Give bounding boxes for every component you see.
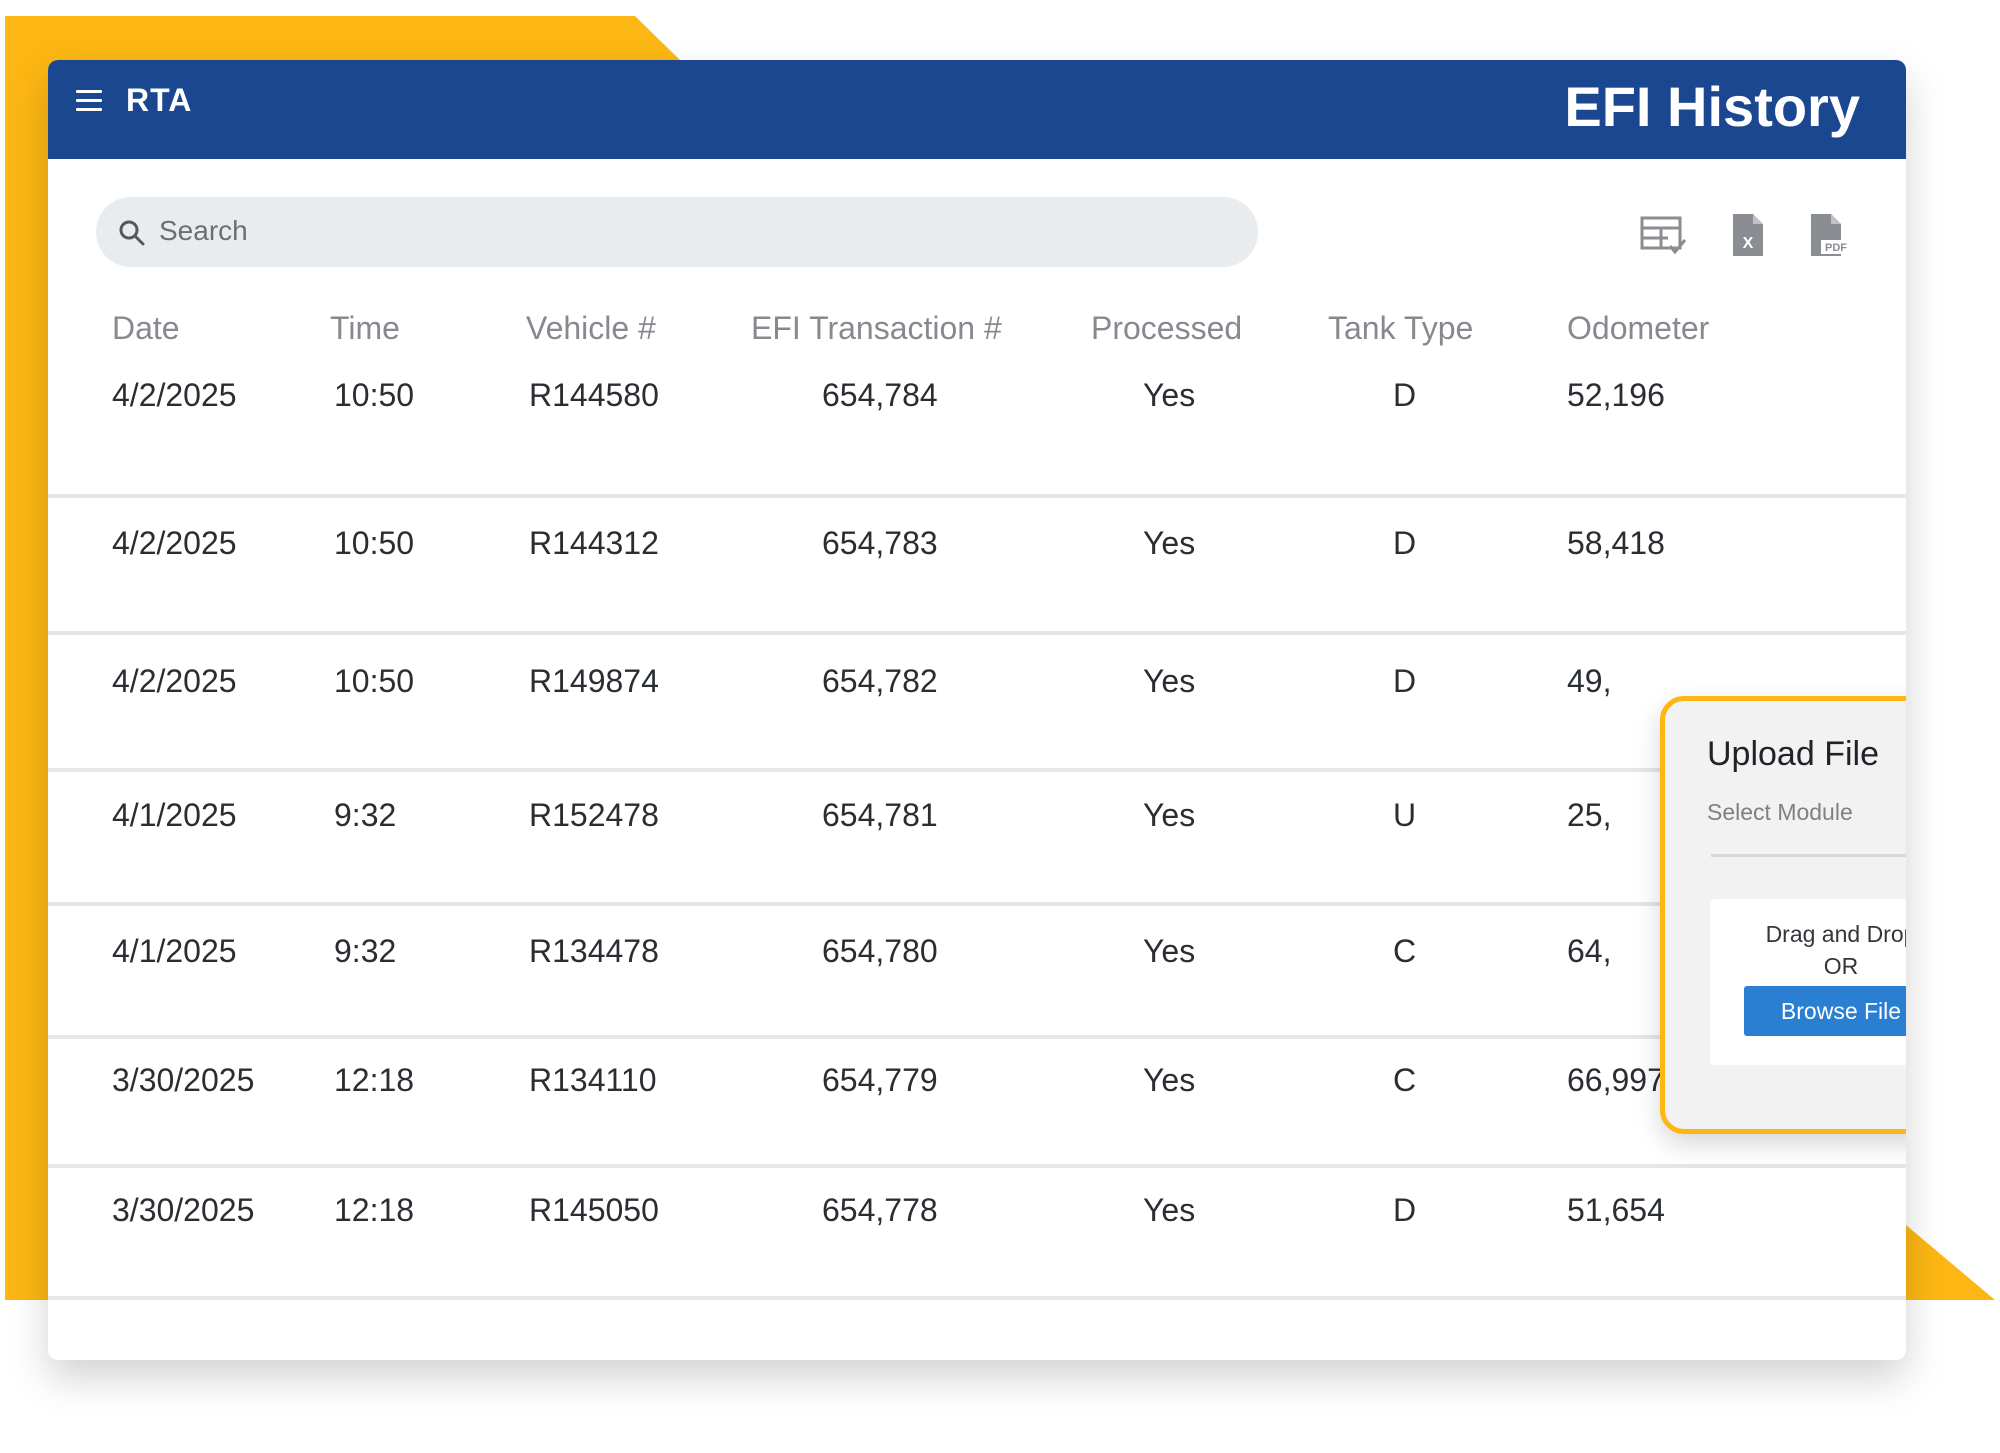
- select-module-dropdown[interactable]: Select Module: [1707, 799, 1853, 826]
- cell-efi-transaction: 654,779: [822, 1062, 938, 1098]
- cell-vehicle: R152478: [529, 797, 659, 833]
- app-window: RTA EFI History Search X PDF Date Time V…: [48, 60, 1906, 1360]
- cell-odometer: 51,654: [1567, 1192, 1665, 1228]
- cell-time: 10:50: [334, 663, 415, 699]
- file-dropzone[interactable]: Drag and Drop OR Browse File: [1710, 899, 1906, 1065]
- cell-time: 12:18: [334, 1062, 415, 1098]
- cell-odometer: 25,: [1567, 797, 1612, 833]
- hamburger-menu-icon[interactable]: [76, 90, 102, 112]
- cell-tank-type: D: [1393, 1192, 1417, 1228]
- cell-time: 10:50: [334, 377, 415, 413]
- cell-processed: Yes: [1143, 377, 1196, 413]
- cell-vehicle: R144312: [529, 525, 659, 561]
- excel-file-icon[interactable]: X: [1723, 210, 1773, 260]
- cell-processed: Yes: [1143, 663, 1196, 699]
- upload-file-panel: Upload File Select Module Drag and Drop …: [1660, 696, 1906, 1134]
- cell-efi-transaction: 654,784: [822, 377, 938, 413]
- cell-tank-type: D: [1393, 377, 1417, 413]
- upload-title: Upload File: [1707, 735, 1879, 773]
- cell-odometer: 52,196: [1567, 377, 1665, 413]
- cell-odometer: 58,418: [1567, 525, 1665, 561]
- column-header-efi-transaction[interactable]: EFI Transaction #: [751, 310, 1002, 347]
- column-header-time[interactable]: Time: [330, 310, 400, 347]
- cell-vehicle: R134478: [529, 933, 659, 969]
- column-header-processed[interactable]: Processed: [1091, 310, 1242, 347]
- cell-tank-type: D: [1393, 525, 1417, 561]
- cell-date: 4/2/2025: [112, 525, 237, 561]
- cell-efi-transaction: 654,778: [822, 1192, 938, 1228]
- cell-processed: Yes: [1143, 1062, 1196, 1098]
- rta-logo: RTA: [126, 82, 193, 118]
- row-divider: [48, 1296, 1906, 1300]
- column-header-vehicle[interactable]: Vehicle #: [526, 310, 656, 347]
- cell-time: 9:32: [334, 933, 397, 969]
- column-header-odometer[interactable]: Odometer: [1567, 310, 1709, 347]
- cell-processed: Yes: [1143, 797, 1196, 833]
- cell-efi-transaction: 654,782: [822, 663, 938, 699]
- cell-vehicle: R145050: [529, 1192, 659, 1228]
- cell-date: 3/30/2025: [112, 1192, 255, 1228]
- page-title: EFI History: [1564, 75, 1860, 138]
- search-input[interactable]: Search: [96, 197, 1258, 267]
- row-divider: [48, 902, 1906, 906]
- cell-processed: Yes: [1143, 933, 1196, 969]
- cell-odometer: 66,997: [1567, 1062, 1665, 1098]
- drag-drop-text: Drag and Drop: [1765, 921, 1906, 947]
- cell-date: 4/2/2025: [112, 377, 237, 413]
- row-divider: [48, 768, 1906, 772]
- cell-tank-type: C: [1393, 933, 1417, 969]
- cell-processed: Yes: [1143, 525, 1196, 561]
- app-header: RTA EFI History: [48, 60, 1906, 159]
- cell-date: 4/2/2025: [112, 663, 237, 699]
- grid-export-icon[interactable]: [1638, 210, 1688, 260]
- pdf-file-icon[interactable]: PDF: [1803, 210, 1853, 260]
- cell-vehicle: R149874: [529, 663, 659, 699]
- or-text: OR: [1823, 953, 1859, 979]
- cell-efi-transaction: 654,780: [822, 933, 938, 969]
- column-header-tank-type[interactable]: Tank Type: [1328, 310, 1473, 347]
- cell-odometer: 49,: [1567, 663, 1612, 699]
- cell-date: 3/30/2025: [112, 1062, 255, 1098]
- cell-time: 9:32: [334, 797, 397, 833]
- excel-icon-label: X: [1743, 235, 1754, 252]
- row-divider: [48, 631, 1906, 635]
- select-module-underline: [1711, 854, 1906, 857]
- row-divider: [48, 494, 1906, 498]
- cell-tank-type: C: [1393, 1062, 1417, 1098]
- cell-tank-type: U: [1393, 797, 1417, 833]
- cell-efi-transaction: 654,781: [822, 797, 938, 833]
- cell-vehicle: R134110: [529, 1062, 657, 1098]
- cell-date: 4/1/2025: [112, 797, 237, 833]
- cell-tank-type: D: [1393, 663, 1417, 699]
- cell-date: 4/1/2025: [112, 933, 237, 969]
- decorative-yellow-corner: [1900, 1220, 1995, 1300]
- cell-time: 12:18: [334, 1192, 415, 1228]
- row-divider: [48, 1035, 1906, 1039]
- column-header-date[interactable]: Date: [112, 310, 180, 347]
- cell-odometer: 64,: [1567, 933, 1612, 969]
- cell-processed: Yes: [1143, 1192, 1196, 1228]
- search-placeholder: Search: [159, 215, 248, 246]
- search-icon: [119, 220, 145, 246]
- cell-time: 10:50: [334, 525, 415, 561]
- cell-efi-transaction: 654,783: [822, 525, 938, 561]
- pdf-icon-label: PDF: [1825, 242, 1847, 254]
- cell-vehicle: R144580: [529, 377, 659, 413]
- browse-file-button[interactable]: Browse File: [1744, 986, 1906, 1036]
- row-divider: [48, 1164, 1906, 1168]
